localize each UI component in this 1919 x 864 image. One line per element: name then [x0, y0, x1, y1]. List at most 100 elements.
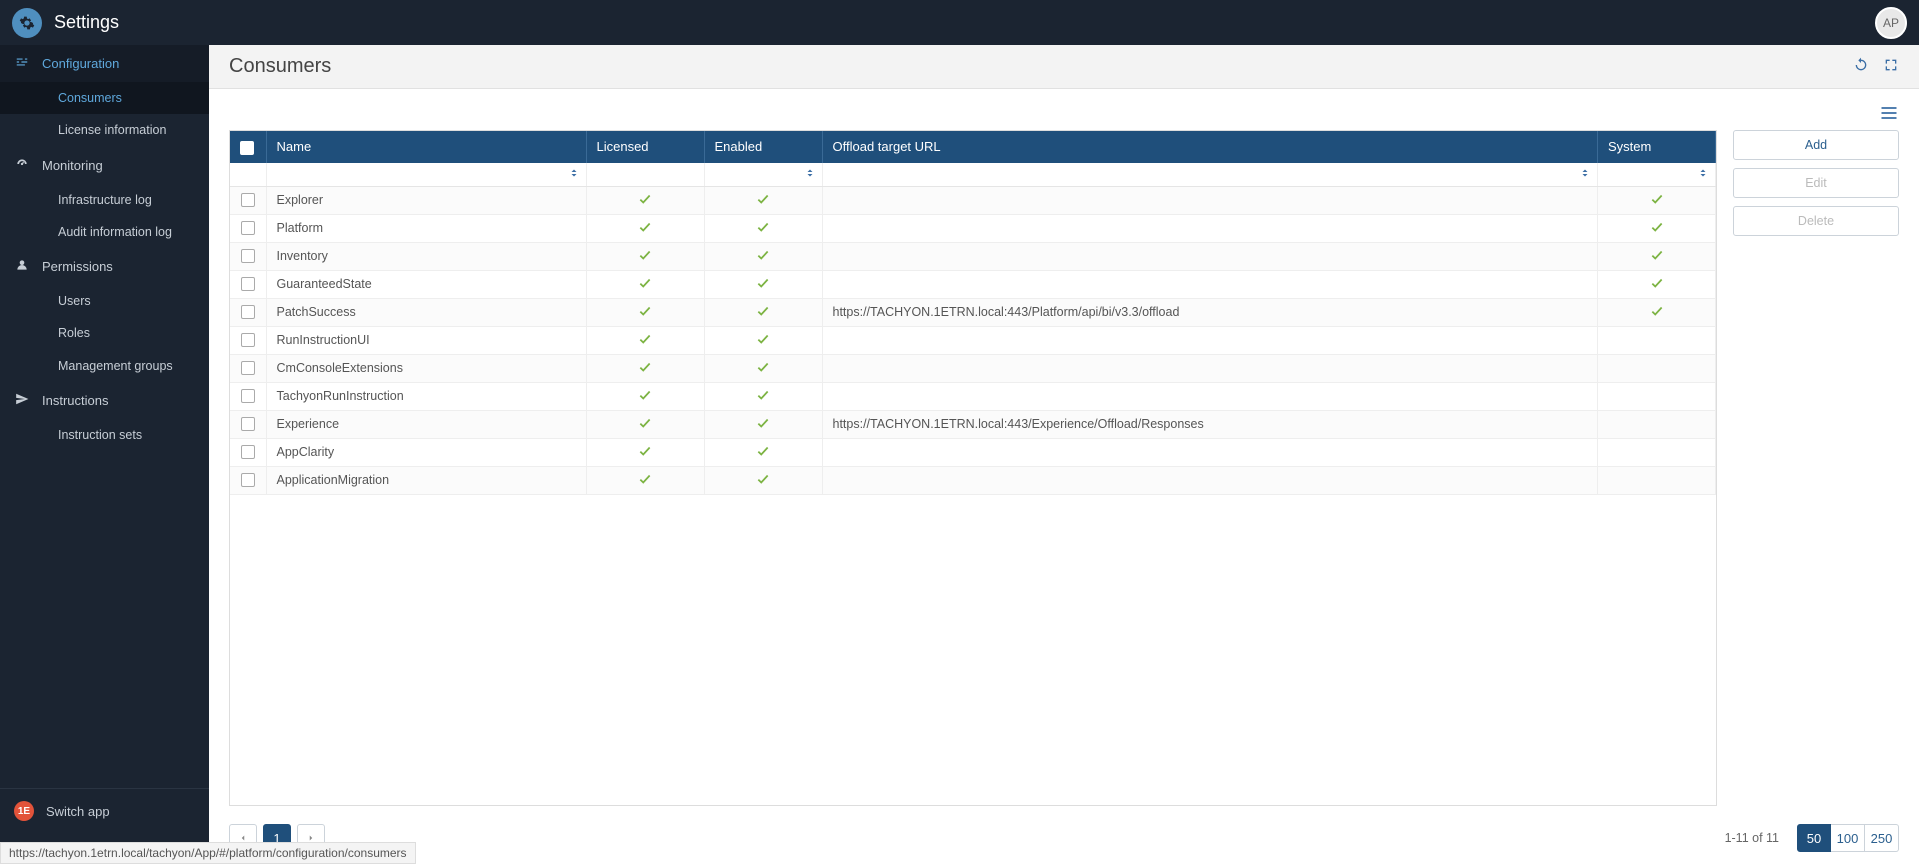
row-checkbox[interactable] — [241, 249, 255, 263]
cell-name: Experience — [266, 410, 586, 438]
row-checkbox[interactable] — [241, 277, 255, 291]
sidebar-section-permissions[interactable]: Permissions — [0, 248, 209, 285]
cell-name: RunInstructionUI — [266, 326, 586, 354]
cell-offload-url: https://TACHYON.1ETRN.local:443/Experien… — [822, 410, 1598, 438]
expand-icon[interactable] — [1883, 57, 1899, 76]
table-row[interactable]: Platform — [230, 214, 1716, 242]
cell-licensed — [586, 466, 704, 494]
gauge-icon — [14, 157, 30, 174]
cell-name: GuaranteedState — [266, 270, 586, 298]
user-avatar[interactable]: AP — [1875, 7, 1907, 39]
table-row[interactable]: RunInstructionUI — [230, 326, 1716, 354]
edit-button[interactable]: Edit — [1733, 168, 1899, 198]
sidebar-item-license-information[interactable]: License information — [0, 114, 209, 146]
row-checkbox[interactable] — [241, 221, 255, 235]
table-row[interactable]: Experience https://TACHYON.1ETRN.local:44… — [230, 410, 1716, 438]
check-icon — [1650, 251, 1664, 265]
check-icon — [1650, 195, 1664, 209]
cell-enabled — [704, 270, 822, 298]
check-icon — [638, 195, 652, 209]
cell-enabled — [704, 214, 822, 242]
cell-offload-url — [822, 354, 1598, 382]
row-checkbox[interactable] — [241, 445, 255, 459]
sidebar-section-label: Configuration — [42, 56, 119, 71]
col-offload-header[interactable]: Offload target URL — [822, 131, 1598, 163]
col-system-header[interactable]: System — [1598, 131, 1716, 163]
table-row[interactable]: Inventory — [230, 242, 1716, 270]
users-icon — [14, 258, 30, 275]
cell-enabled — [704, 466, 822, 494]
gears-icon — [19, 15, 35, 31]
table-row[interactable]: CmConsoleExtensions — [230, 354, 1716, 382]
sort-offload-icon[interactable] — [1579, 167, 1591, 182]
cell-name: Inventory — [266, 242, 586, 270]
cell-licensed — [586, 438, 704, 466]
check-icon — [756, 391, 770, 405]
table-row[interactable]: GuaranteedState — [230, 270, 1716, 298]
check-icon — [1650, 307, 1664, 321]
col-name-header[interactable]: Name — [266, 131, 586, 163]
row-checkbox[interactable] — [241, 305, 255, 319]
page-header: Consumers — [209, 45, 1919, 89]
cell-licensed — [586, 326, 704, 354]
cell-system — [1598, 382, 1716, 410]
refresh-icon[interactable] — [1853, 57, 1869, 76]
sidebar-item-instruction-sets[interactable]: Instruction sets — [0, 419, 209, 451]
row-checkbox[interactable] — [241, 473, 255, 487]
switch-app[interactable]: 1E Switch app — [0, 789, 209, 833]
sidebar-section-monitoring[interactable]: Monitoring — [0, 147, 209, 184]
row-checkbox[interactable] — [241, 361, 255, 375]
cell-licensed — [586, 382, 704, 410]
sliders-icon — [14, 55, 30, 72]
sort-name-icon[interactable] — [568, 167, 580, 182]
add-button[interactable]: Add — [1733, 130, 1899, 160]
table-row[interactable]: TachyonRunInstruction — [230, 382, 1716, 410]
table-row[interactable]: Explorer — [230, 186, 1716, 214]
cell-system — [1598, 354, 1716, 382]
col-enabled-header[interactable]: Enabled — [704, 131, 822, 163]
topbar: Settings AP — [0, 0, 1919, 45]
page-size-50[interactable]: 50 — [1797, 824, 1831, 852]
status-bar-url: https://tachyon.1etrn.local/tachyon/App/… — [0, 842, 416, 864]
check-icon — [638, 335, 652, 349]
delete-button[interactable]: Delete — [1733, 206, 1899, 236]
check-icon — [638, 307, 652, 321]
sidebar-section-instructions[interactable]: Instructions — [0, 382, 209, 419]
sidebar-item-consumers[interactable]: Consumers — [0, 82, 209, 114]
table-row[interactable]: ApplicationMigration — [230, 466, 1716, 494]
cell-name: Explorer — [266, 186, 586, 214]
switch-app-label: Switch app — [46, 804, 110, 819]
sort-system-icon[interactable] — [1697, 167, 1709, 182]
table-row[interactable]: PatchSuccesshttps://TACHYON.1ETRN.local:… — [230, 298, 1716, 326]
cell-offload-url — [822, 214, 1598, 242]
sidebar-item-infrastructure-log[interactable]: Infrastructure log — [0, 184, 209, 216]
row-checkbox[interactable] — [241, 193, 255, 207]
sidebar-section-configuration[interactable]: Configuration — [0, 45, 209, 82]
check-icon — [638, 363, 652, 377]
cell-name: PatchSuccess — [266, 298, 586, 326]
sidebar-item-roles[interactable]: Roles — [0, 317, 209, 349]
table-row[interactable]: AppClarity — [230, 438, 1716, 466]
cell-enabled — [704, 410, 822, 438]
hamburger-icon[interactable] — [1879, 103, 1899, 126]
sidebar-item-management-groups[interactable]: Management groups — [0, 350, 209, 382]
cell-licensed — [586, 270, 704, 298]
check-icon — [756, 363, 770, 377]
page-size-100[interactable]: 100 — [1831, 824, 1865, 852]
main: Consumers — [209, 45, 1919, 864]
sidebar-nav: Configuration ConsumersLicense informatio… — [0, 45, 209, 788]
cell-enabled — [704, 354, 822, 382]
row-checkbox[interactable] — [241, 333, 255, 347]
col-checkbox-header[interactable] — [230, 131, 266, 163]
sidebar-item-users[interactable]: Users — [0, 285, 209, 317]
cell-offload-url — [822, 466, 1598, 494]
check-icon — [638, 251, 652, 265]
cell-licensed — [586, 298, 704, 326]
sort-enabled-icon[interactable] — [804, 167, 816, 182]
col-licensed-header[interactable]: Licensed — [586, 131, 704, 163]
cell-system — [1598, 410, 1716, 438]
sidebar-item-audit-information-log[interactable]: Audit information log — [0, 216, 209, 248]
row-checkbox[interactable] — [241, 389, 255, 403]
page-size-250[interactable]: 250 — [1865, 824, 1899, 852]
row-checkbox[interactable] — [241, 417, 255, 431]
